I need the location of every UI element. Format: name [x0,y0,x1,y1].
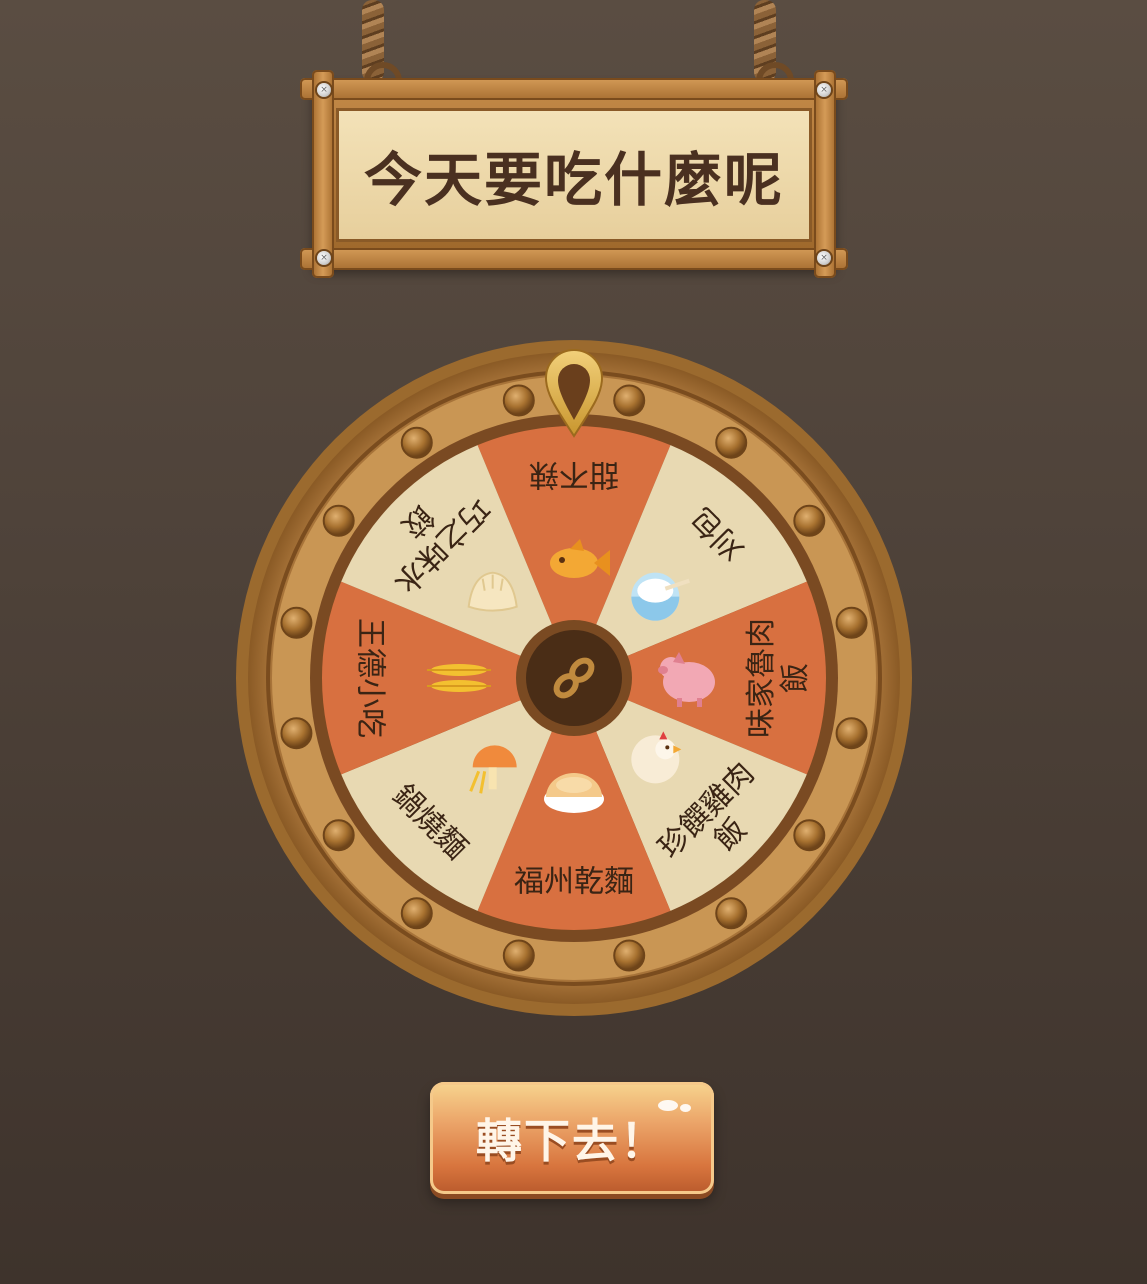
bolt-icon [613,939,646,972]
bolt-icon [502,939,535,972]
screw-icon: × [317,83,331,97]
bolt-icon [715,897,748,930]
button-shine [680,1104,691,1112]
spin-button[interactable]: 轉下去！ [430,1082,714,1194]
wheel-segment-label: 福州乾麵 [514,865,634,900]
bolt-icon [322,504,355,537]
prize-wheel[interactable]: 甜不辣 刈包 味家魯肉飯 珍饌雞肉飯 福州乾麵 鍋燒麵 王德小吃 巧之味水餃 [234,338,914,1018]
bolt-icon [322,819,355,852]
sign-bar-bottom [300,248,848,270]
bolt-icon [793,819,826,852]
screw-icon: × [317,251,331,265]
bolt-icon [400,897,433,930]
bolt-icon [502,384,535,417]
bolt-icon [835,717,868,750]
sign-post-left [312,70,334,278]
sign-board: 今天要吃什麼呢 [336,108,812,242]
button-shine [658,1100,678,1111]
screw-icon: × [817,251,831,265]
spin-button-label: 轉下去！ [476,1114,668,1168]
bolt-icon [280,717,313,750]
bolt-icon [400,426,433,459]
wheel-segment-label: 王德小吃 [353,618,388,738]
bolt-icon [280,606,313,639]
bolt-icon [613,384,646,417]
page-title: 今天要吃什麼呢 [363,146,784,214]
bolt-icon [793,504,826,537]
bolt-icon [835,606,868,639]
bolt-icon [715,426,748,459]
sign-bar-top [300,78,848,100]
wheel-graphic: 甜不辣刈包味家魯肉飯珍饌雞肉飯福州乾麵鍋燒麵王德小吃巧之味水餃 [236,340,912,1016]
sign-post-right [814,70,836,278]
title-sign: 今天要吃什麼呢 × × × × [300,70,848,278]
screw-icon: × [817,83,831,97]
wheel-segment-label: 甜不辣 [529,457,619,492]
